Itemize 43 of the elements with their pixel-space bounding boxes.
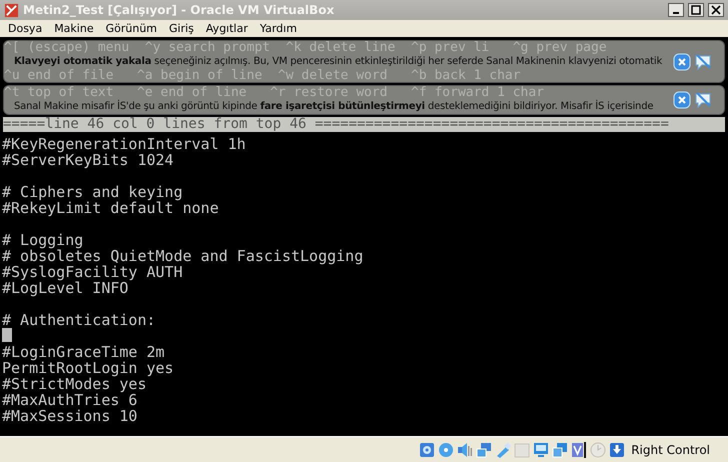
- text-cursor: [2, 328, 12, 342]
- menu-item[interactable]: Giriş: [163, 22, 200, 35]
- menu-item[interactable]: Yardım: [254, 22, 303, 35]
- terminal-line: #MaxAuthTries 6: [1, 392, 138, 408]
- arrow-down-icon[interactable]: [609, 442, 626, 458]
- network-icon[interactable]: [476, 442, 492, 458]
- monitor-icon[interactable]: [533, 442, 550, 458]
- disc-icon[interactable]: [438, 442, 454, 458]
- terminal-line: #StrictModes yes: [1, 376, 147, 392]
- terminal-line: #LoginGraceTime 2m: [1, 344, 166, 360]
- close-icon[interactable]: [673, 91, 691, 109]
- terminal-line: # obsoletes QuietMode and FascistLogging: [1, 248, 364, 264]
- terminal-line: #RekeyLimit default none: [1, 200, 220, 216]
- minimize-button[interactable]: [668, 3, 684, 17]
- menu-item[interactable]: Aygıtlar: [200, 22, 254, 35]
- terminal-line: #SyslogFacility AUTH: [1, 264, 184, 280]
- terminal-line: # Authentication:: [1, 312, 157, 328]
- close-icon[interactable]: [673, 52, 691, 70]
- app-logo-icon: [4, 2, 19, 18]
- terminal-line: PermitRootLogin yes: [1, 360, 175, 376]
- v-icon[interactable]: [571, 442, 588, 458]
- close-button[interactable]: [708, 3, 724, 17]
- muted-bubble-icon[interactable]: [694, 52, 712, 70]
- speaker-icon[interactable]: [457, 442, 474, 458]
- menu-item[interactable]: Görünüm: [100, 22, 164, 35]
- terminal-line: # Logging: [1, 232, 84, 248]
- host-key-label: Right Control: [631, 442, 710, 456]
- muted-bubble-icon[interactable]: [694, 91, 712, 109]
- terminal-line: #KeyRegenerationInterval 1h: [1, 136, 247, 152]
- terminal-line: # Ciphers and keying: [1, 184, 184, 200]
- maximize-button[interactable]: [688, 3, 704, 17]
- terminal-line: #MaxSessions 10: [1, 408, 138, 424]
- terminal-line: #ServerKeyBits 1024: [1, 152, 174, 168]
- notification-message: Sanal Makine misafir İS'de şu anki görüntü kipinde fare işaretçisi bütünleştirmeyi desteklemediğini bildiriyor. Misafir İS içerisinde: [13, 99, 654, 114]
- window-title: Metin2_Test [Çalışıyor] - Oracle VM VirtualBox: [23, 3, 336, 17]
- windows-icon[interactable]: [552, 442, 568, 458]
- notification-message: Klavyeyi otomatik yakala seçeneğiniz açılmış. Bu, VM penceresinin etkinleştirildiği her seferde Sanal Makinenin klavyenizi otomatik: [13, 55, 664, 69]
- minimize-icon: [673, 12, 679, 14]
- close-icon: [711, 5, 721, 15]
- menu-item[interactable]: Dosya: [2, 22, 48, 35]
- maximize-icon: [691, 5, 701, 15]
- terminal-line: #LogLevel INFO: [1, 280, 128, 296]
- menu-item[interactable]: Makine: [48, 22, 100, 35]
